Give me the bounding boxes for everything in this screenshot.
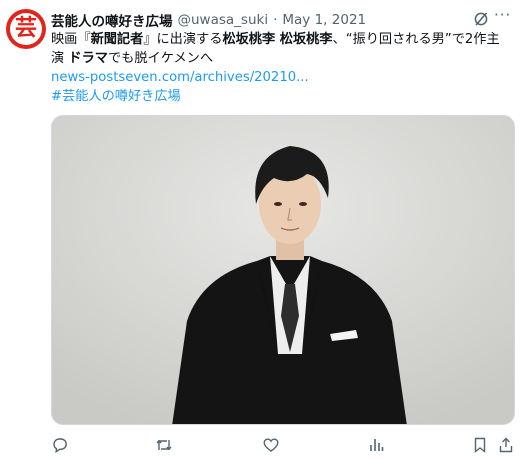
share-icon[interactable] [497,436,515,454]
tweet-photo[interactable] [51,115,515,425]
text-bold-segment: 松坂桃李 松坂桃李 [222,32,333,47]
text-bold-segment: 新聞記者 [90,32,144,47]
retweet-icon[interactable] [155,436,173,454]
author-handle[interactable]: @uwasa_suki [178,12,269,28]
avatar[interactable]: 芸 [6,9,46,49]
tweet-text: 映画『新聞記者』に出演する松坂桃李 松坂桃李、“振り回される男”で2作主 演 ド… [51,30,511,106]
tweet-date[interactable]: May 1, 2021 [282,12,366,28]
separator-dot: · [273,12,278,28]
tweet-actions [51,436,515,454]
like-icon[interactable] [262,436,280,454]
reply-icon[interactable] [51,436,69,454]
text-segment: 演 [51,51,69,66]
views-icon[interactable] [367,436,385,454]
tweet-text-line-2: 演 ドラマでも脱イケメンへ [51,49,511,68]
hashtag-link[interactable]: #芸能人の噂好き広場 [51,87,511,106]
tweet-text-line-1: 映画『新聞記者』に出演する松坂桃李 松坂桃李、“振り回される男”で2作主 [51,30,511,49]
bookmark-icon[interactable] [471,436,489,454]
grok-icon[interactable] [473,11,489,27]
photo-illustration [52,116,514,424]
text-bold-segment: ドラマ [68,51,108,66]
article-link[interactable]: news-postseven.com/archives/20210... [51,68,511,87]
text-segment: 、“振り回される男”で2作主 [332,32,500,47]
text-segment: でも脱イケメンへ [107,51,214,66]
more-options-button[interactable]: ··· [494,6,511,24]
avatar-glyph: 芸 [10,13,42,45]
text-segment: 』に出演する [143,32,223,47]
text-segment: 映画『 [51,32,91,47]
author-name[interactable]: 芸能人の噂好き広場 [51,10,173,30]
tweet-header: 芸能人の噂好き広場 @uwasa_suki · May 1, 2021 [51,10,366,30]
